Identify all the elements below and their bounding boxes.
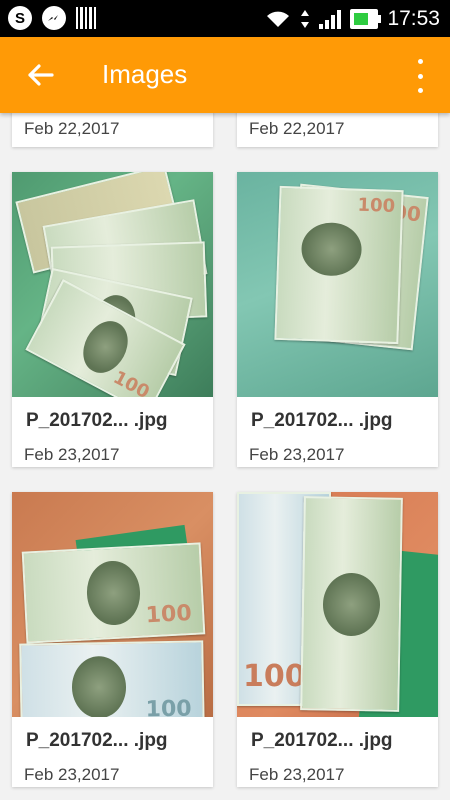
image-date: Feb 23,2017 (24, 765, 120, 784)
image-card[interactable]: Feb 22,2017 (237, 113, 438, 147)
image-card[interactable]: Feb 22,2017 (12, 113, 213, 147)
image-thumbnail[interactable]: 100 100 (237, 172, 438, 397)
barcode-icon (76, 7, 97, 29)
status-bar: S 17:53 (0, 0, 450, 37)
more-options-button[interactable] (408, 59, 432, 93)
clock: 17:53 (387, 6, 440, 30)
image-date: Feb 22,2017 (249, 119, 345, 138)
image-filename: P_201702... .jpg (251, 410, 393, 431)
page-title: Images (102, 59, 188, 89)
skype-icon: S (8, 6, 32, 30)
image-card[interactable]: 100 100 P_201702... .jpg Feb 23,2017 (12, 172, 213, 467)
more-vertical-icon (417, 59, 423, 64)
image-card[interactable]: 100 P_201702... .jpg Feb 23,2017 (237, 492, 438, 787)
image-thumbnail[interactable]: 100 100 (12, 492, 213, 717)
image-date: Feb 23,2017 (249, 445, 345, 464)
arrow-left-icon (28, 64, 54, 86)
image-filename: P_201702... .jpg (26, 410, 168, 431)
status-bar-right: 17:53 (265, 0, 440, 37)
battery-charging-icon (350, 8, 382, 29)
image-thumbnail[interactable]: 100 100 (12, 172, 213, 397)
back-button[interactable] (22, 57, 58, 93)
image-filename: P_201702... .jpg (251, 730, 393, 751)
data-arrows-icon (301, 9, 310, 28)
image-grid[interactable]: Feb 22,2017 Feb 22,2017 100 100 P_201702… (0, 113, 450, 800)
image-date: Feb 23,2017 (24, 445, 120, 464)
signal-icon (319, 9, 342, 29)
status-bar-left: S (8, 6, 97, 30)
image-date: Feb 22,2017 (24, 119, 120, 138)
wifi-icon (267, 11, 290, 27)
app-bar: Images (0, 37, 450, 113)
image-filename: P_201702... .jpg (26, 730, 168, 751)
image-card[interactable]: 100 100 P_201702... .jpg Feb 23,2017 (12, 492, 213, 787)
image-card[interactable]: 100 100 P_201702... .jpg Feb 23,2017 (237, 172, 438, 467)
messenger-icon (42, 6, 66, 30)
image-date: Feb 23,2017 (249, 765, 345, 784)
image-thumbnail[interactable]: 100 (237, 492, 438, 717)
